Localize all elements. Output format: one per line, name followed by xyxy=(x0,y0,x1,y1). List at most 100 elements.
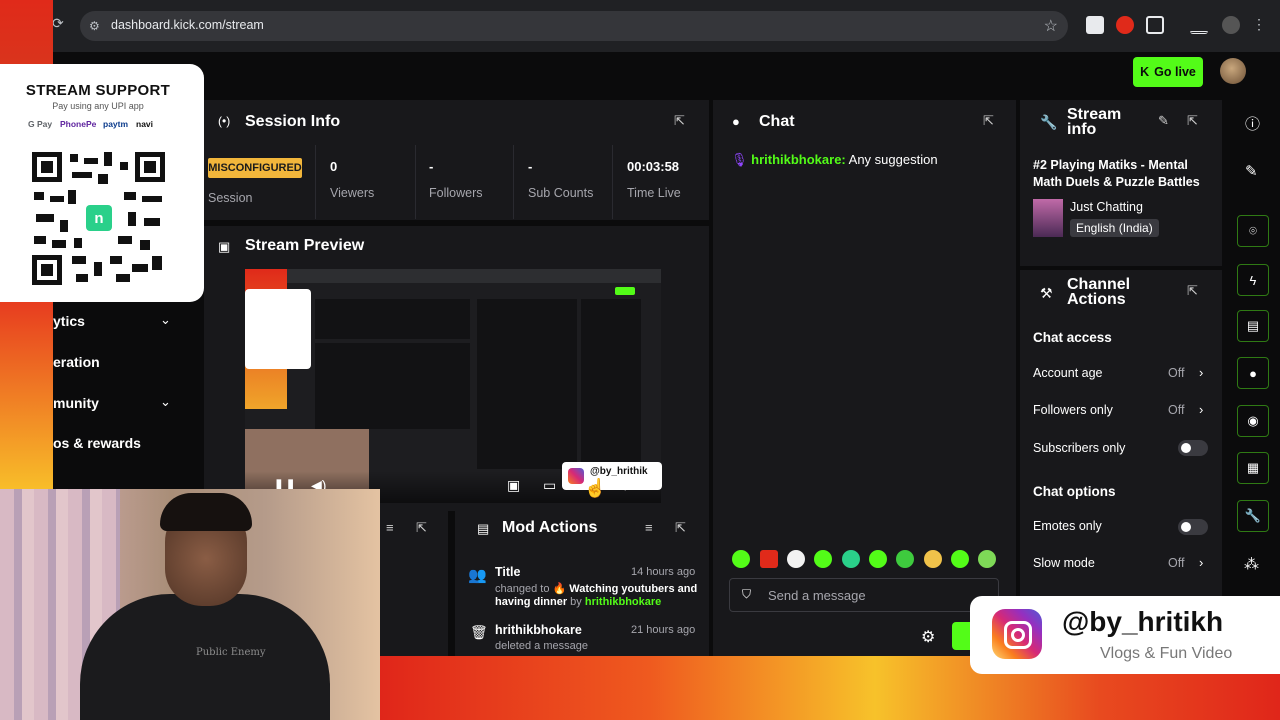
preview-tag-handle: @by_hrithik xyxy=(590,466,648,477)
chevron-down-icon[interactable]: ⌄ xyxy=(160,394,171,410)
user-avatar[interactable] xyxy=(1220,58,1246,84)
instagram-overlay: @by_hritikh Vlogs & Fun Video xyxy=(970,596,1280,674)
sidebar-item-community[interactable]: munity xyxy=(53,395,99,411)
info-icon[interactable]: ⓘ xyxy=(1245,113,1260,134)
chat-username[interactable]: hrithikbhokare: xyxy=(751,152,846,167)
rail-wrench-icon[interactable]: 🔧 xyxy=(1237,500,1269,532)
popout-icon[interactable]: ⇱ xyxy=(674,113,685,129)
chevron-right-icon[interactable]: › xyxy=(1199,402,1203,417)
mod-entry-title: hrithikbhokare xyxy=(495,623,582,637)
site-info-icon[interactable]: ⚙ xyxy=(89,19,103,33)
url-text[interactable]: dashboard.kick.com/stream xyxy=(111,18,264,32)
emote-icon[interactable] xyxy=(951,550,969,568)
chat-send-button[interactable] xyxy=(952,622,972,650)
theater-icon[interactable]: ▭ xyxy=(543,477,556,494)
preview-thumb-panel xyxy=(581,299,641,469)
instagram-icon xyxy=(568,468,584,484)
emotes-only-toggle[interactable] xyxy=(1178,519,1208,535)
popout-icon[interactable]: ⇱ xyxy=(675,520,686,536)
emote-icon[interactable] xyxy=(869,550,887,568)
rail-lightning-icon[interactable]: ϟ xyxy=(1237,264,1269,296)
emote-icon[interactable] xyxy=(896,550,914,568)
address-bar[interactable]: ⚙ dashboard.kick.com/stream ☆ xyxy=(80,11,1068,41)
emote-icon[interactable] xyxy=(732,550,750,568)
session-info-title: Session Info xyxy=(245,113,341,130)
emote-icon[interactable] xyxy=(814,550,832,568)
chat-access-heading: Chat access xyxy=(1033,330,1112,345)
go-live-label: Go live xyxy=(1154,65,1196,79)
menu-dots-icon[interactable]: ⋮ xyxy=(1252,16,1270,34)
puzzle-extensions-icon[interactable] xyxy=(1146,16,1164,34)
webcam-person-hair xyxy=(160,493,252,531)
sidebar-item-analytics[interactable]: ytics xyxy=(53,313,85,329)
go-live-button[interactable]: K Go live xyxy=(1133,57,1203,87)
profile-icon[interactable] xyxy=(1222,16,1240,34)
category-thumbnail[interactable] xyxy=(1033,199,1063,237)
filter-icon[interactable]: ≡ xyxy=(386,520,394,535)
mod-entry-detail: deleted a message xyxy=(495,640,588,652)
support-subtitle: Pay using any UPI app xyxy=(52,101,144,111)
viewers-value: 0 xyxy=(330,159,338,174)
emote-icon[interactable] xyxy=(978,550,996,568)
sub-counts-value: - xyxy=(528,159,533,174)
sidebar-item-moderation[interactable]: eration xyxy=(53,354,100,370)
slow-mode-label[interactable]: Slow mode xyxy=(1033,556,1095,570)
rail-broadcast-icon[interactable]: ◉ xyxy=(1237,405,1269,437)
screen: ⟳ ⚙ dashboard.kick.com/stream ☆ ⋮ K Go l… xyxy=(0,0,1280,720)
chat-title: Chat xyxy=(759,113,795,130)
time-live-value: 00:03:58 xyxy=(627,159,680,174)
edit-icon[interactable]: ✎ xyxy=(1245,162,1258,180)
support-title: STREAM SUPPORT xyxy=(25,82,171,99)
subscribers-only-toggle[interactable] xyxy=(1178,440,1208,456)
edit-pencil-icon[interactable]: ✎ xyxy=(1158,113,1169,129)
reload-icon[interactable]: ⟳ xyxy=(52,15,64,32)
rail-apps-icon[interactable]: ⁂ xyxy=(1244,555,1259,573)
shield-icon: ⛉ xyxy=(742,587,752,601)
account-age-label[interactable]: Account age xyxy=(1033,366,1103,380)
pip-icon[interactable]: ▣ xyxy=(507,477,520,494)
emote-icon[interactable] xyxy=(924,550,942,568)
chat-settings-icon[interactable]: ⚙ xyxy=(921,627,935,647)
chevron-right-icon[interactable]: › xyxy=(1199,365,1203,380)
chevron-right-icon[interactable]: › xyxy=(1199,555,1203,570)
bookmark-star-icon[interactable]: ☆ xyxy=(1044,16,1058,36)
status-badge: MISCONFIGURED xyxy=(208,158,302,178)
divider xyxy=(612,145,613,219)
sidebar-nav: ytics ⌄ eration munity ⌄ os & rewards xyxy=(53,300,193,495)
extension-icon[interactable] xyxy=(1086,16,1104,34)
chevron-down-icon[interactable]: ⌄ xyxy=(160,312,171,328)
preview-thumb-browser xyxy=(245,269,661,283)
language-tag: English (India) xyxy=(1070,219,1159,237)
mod-detail-by: by xyxy=(567,596,585,608)
category-name[interactable]: Just Chatting xyxy=(1070,200,1143,214)
chat-text: Any suggestion xyxy=(845,152,938,167)
divider xyxy=(315,145,316,219)
youtube-extension-icon[interactable] xyxy=(1116,16,1134,34)
chat-input[interactable]: ⛉ Send a message xyxy=(729,578,999,612)
rail-document-icon[interactable]: ▤ xyxy=(1237,310,1269,342)
rail-screenshot-icon[interactable]: ⌾ xyxy=(1237,215,1269,247)
stream-preview-title: Stream Preview xyxy=(245,237,365,254)
subscribers-only-label: Subscribers only xyxy=(1033,441,1126,455)
wrench-icon: 🔧 xyxy=(1040,114,1058,130)
followers-only-value: Off xyxy=(1168,403,1185,417)
popout-icon[interactable]: ⇱ xyxy=(983,113,994,129)
emote-icon[interactable] xyxy=(842,550,860,568)
rail-layout-icon[interactable]: ▦ xyxy=(1237,452,1269,484)
mod-actor[interactable]: hrithikbhokare xyxy=(585,596,661,608)
filter-icon[interactable]: ≡ xyxy=(645,520,653,535)
partial-panel: ≡ ⇱ xyxy=(380,508,448,656)
followers-only-label[interactable]: Followers only xyxy=(1033,403,1113,417)
popout-icon[interactable]: ⇱ xyxy=(1187,113,1198,129)
reading-list-icon[interactable] xyxy=(1190,16,1208,34)
emote-icon[interactable] xyxy=(760,550,778,568)
emote-icon[interactable] xyxy=(787,550,805,568)
popout-icon[interactable]: ⇱ xyxy=(416,520,427,536)
sidebar-item-rewards[interactable]: os & rewards xyxy=(53,435,141,451)
navi-qr-logo-icon: n xyxy=(86,205,112,231)
preview-icon: ▣ xyxy=(218,239,231,254)
mod-entry-detail: changed to 🔥 Watching youtubers and havi… xyxy=(495,583,700,609)
mouse-cursor-icon: ☝ xyxy=(584,478,607,498)
rail-chat-icon[interactable]: ● xyxy=(1237,357,1269,389)
popout-icon[interactable]: ⇱ xyxy=(1187,283,1198,299)
